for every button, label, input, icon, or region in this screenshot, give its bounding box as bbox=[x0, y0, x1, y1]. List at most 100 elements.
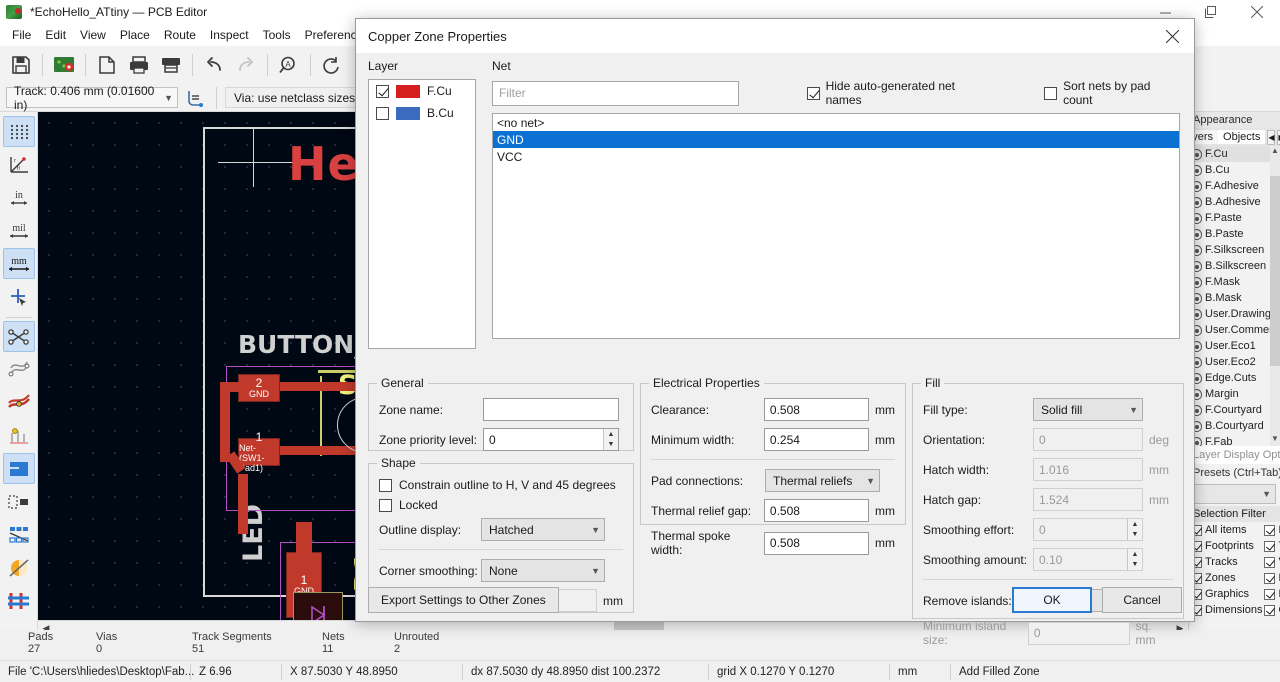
export-settings-button[interactable]: Export Settings to Other Zones bbox=[368, 587, 559, 613]
checkbox[interactable] bbox=[379, 498, 392, 512]
net-row-vcc[interactable]: VCC bbox=[493, 148, 1179, 165]
track-width-icon[interactable] bbox=[182, 86, 208, 110]
undo-icon[interactable] bbox=[199, 50, 229, 80]
fill-type-select[interactable]: Solid fill ▼ bbox=[1033, 398, 1143, 421]
units-mm-button[interactable]: mm bbox=[2, 248, 35, 279]
net-color-icon[interactable] bbox=[3, 585, 35, 616]
filter-rule-areas[interactable]: Rule Areas bbox=[1262, 586, 1280, 602]
layer-row[interactable]: B.Paste bbox=[1189, 226, 1280, 242]
close-icon[interactable] bbox=[1234, 0, 1280, 24]
sort-by-pad-count-checkbox[interactable]: Sort nets by pad count bbox=[1044, 79, 1180, 107]
filter-graphics[interactable]: Graphics bbox=[1189, 586, 1262, 602]
filter-dimensions[interactable]: Dimensions bbox=[1189, 602, 1262, 618]
checkbox[interactable] bbox=[379, 478, 392, 492]
stepper-arrows[interactable]: ▲ ▼ bbox=[603, 429, 618, 450]
layer-selection-list[interactable]: F.Cu B.Cu bbox=[368, 79, 476, 349]
grid-icon[interactable] bbox=[2, 116, 35, 147]
crosshair-icon[interactable] bbox=[3, 281, 35, 312]
layer-list-scrollbar[interactable]: ▲ ▼ bbox=[1270, 146, 1280, 446]
layer-row[interactable]: B.Cu bbox=[1189, 162, 1280, 178]
layer-row[interactable]: User.Eco1 bbox=[1189, 338, 1280, 354]
layer-display-options[interactable]: Layer Display Options bbox=[1189, 446, 1280, 464]
tab-objects[interactable]: Objects bbox=[1218, 130, 1266, 144]
filter-pads[interactable]: Pads bbox=[1262, 570, 1280, 586]
presets-select[interactable]: ▼ bbox=[1193, 484, 1276, 504]
clearance-input[interactable]: 0.508 bbox=[763, 398, 869, 421]
layer-row[interactable]: F.Cu bbox=[1189, 146, 1280, 162]
plot-icon[interactable] bbox=[156, 50, 186, 80]
filter-zones[interactable]: Zones bbox=[1189, 570, 1262, 586]
units-mils-button[interactable]: mil bbox=[3, 215, 35, 246]
checkbox[interactable] bbox=[806, 86, 820, 100]
hide-auto-generated-checkbox[interactable]: Hide auto-generated net names bbox=[806, 79, 991, 107]
scrollbar-thumb[interactable] bbox=[1270, 176, 1280, 366]
menu-view[interactable]: View bbox=[73, 26, 113, 44]
net-list[interactable]: <no net> GND VCC bbox=[492, 113, 1180, 339]
locked-checkbox[interactable]: Locked bbox=[379, 498, 623, 512]
via-sketch-icon[interactable] bbox=[3, 420, 35, 451]
chevron-down-icon[interactable]: ▼ bbox=[604, 440, 618, 451]
contrast-icon[interactable] bbox=[3, 552, 35, 583]
filter-text[interactable]: Text bbox=[1262, 538, 1280, 554]
zone-fill-icon[interactable] bbox=[2, 453, 35, 484]
constrain-outline-checkbox[interactable]: Constrain outline to H, V and 45 degrees bbox=[379, 478, 623, 492]
layer-row[interactable]: B.Adhesive bbox=[1189, 194, 1280, 210]
net-row-no-net[interactable]: <no net> bbox=[493, 114, 1179, 131]
layer-row[interactable]: F.Courtyard bbox=[1189, 402, 1280, 418]
checkbox[interactable] bbox=[1264, 524, 1276, 536]
checkbox[interactable] bbox=[1264, 572, 1276, 584]
save-icon[interactable] bbox=[6, 50, 36, 80]
layer-row[interactable]: B.Silkscreen bbox=[1189, 258, 1280, 274]
filter-other-items[interactable]: Other items bbox=[1262, 602, 1280, 618]
fp-text-icon[interactable] bbox=[3, 519, 35, 550]
refresh-ratsnest-icon[interactable] bbox=[317, 50, 347, 80]
checkbox[interactable] bbox=[1264, 604, 1276, 616]
filter-vias[interactable]: Vias bbox=[1262, 554, 1280, 570]
filter-tracks[interactable]: Tracks bbox=[1189, 554, 1262, 570]
layer-item-fcu[interactable]: F.Cu bbox=[369, 80, 475, 102]
layer-row[interactable]: B.Mask bbox=[1189, 290, 1280, 306]
layer-row[interactable]: User.Comments bbox=[1189, 322, 1280, 338]
checkbox[interactable] bbox=[376, 84, 389, 98]
board-setup-icon[interactable] bbox=[49, 50, 79, 80]
track-width-selector[interactable]: Track: 0.406 mm (0.01600 in) ▼ bbox=[6, 84, 178, 112]
layer-row[interactable]: User.Eco2 bbox=[1189, 354, 1280, 370]
net-filter-input[interactable]: Filter bbox=[492, 80, 739, 106]
menu-inspect[interactable]: Inspect bbox=[203, 26, 256, 44]
pad-connections-select[interactable]: Thermal reliefs ▼ bbox=[765, 469, 880, 492]
chevron-up-icon[interactable]: ▲ bbox=[1270, 146, 1280, 158]
pad-sw1-1[interactable]: 1 Net-(SW1-Pad1) bbox=[238, 431, 280, 473]
menu-tools[interactable]: Tools bbox=[256, 26, 298, 44]
net-row-gnd[interactable]: GND bbox=[493, 131, 1179, 148]
layer-row[interactable]: User.Drawings bbox=[1189, 306, 1280, 322]
page-settings-icon[interactable] bbox=[92, 50, 122, 80]
close-icon[interactable] bbox=[1150, 19, 1194, 53]
zone-name-input[interactable] bbox=[483, 398, 619, 421]
filter-all-items[interactable]: All items bbox=[1189, 522, 1262, 538]
menu-file[interactable]: File bbox=[5, 26, 38, 44]
layer-row[interactable]: F.Silkscreen bbox=[1189, 242, 1280, 258]
track-sketch-icon[interactable] bbox=[3, 387, 35, 418]
zone-priority-stepper[interactable]: 0 ▲ ▼ bbox=[483, 428, 619, 451]
menu-route[interactable]: Route bbox=[157, 26, 203, 44]
checkbox[interactable] bbox=[1264, 588, 1276, 600]
layer-item-bcu[interactable]: B.Cu bbox=[369, 102, 475, 124]
layer-row[interactable]: F.Fab bbox=[1189, 434, 1280, 446]
thermal-spoke-width-input[interactable]: 0.508 bbox=[763, 531, 869, 555]
layer-row[interactable]: F.Mask bbox=[1189, 274, 1280, 290]
layer-row[interactable]: F.Adhesive bbox=[1189, 178, 1280, 194]
chevron-left-icon[interactable]: ◀ bbox=[1267, 129, 1276, 145]
find-icon[interactable]: A bbox=[274, 50, 304, 80]
cancel-button[interactable]: Cancel bbox=[1102, 587, 1182, 613]
filter-locked-items[interactable]: Locked items bbox=[1262, 522, 1280, 538]
print-icon[interactable] bbox=[124, 50, 154, 80]
polar-icon[interactable]: rθ bbox=[3, 149, 35, 180]
ok-button[interactable]: OK bbox=[1012, 587, 1092, 613]
chevron-down-icon[interactable]: ▼ bbox=[1270, 434, 1280, 446]
menu-place[interactable]: Place bbox=[113, 26, 157, 44]
filter-footprints[interactable]: Footprints bbox=[1189, 538, 1262, 554]
pad-sketch-icon[interactable] bbox=[3, 486, 35, 517]
outline-display-select[interactable]: Hatched ▼ bbox=[481, 518, 605, 541]
ratsnest-icon[interactable] bbox=[2, 321, 35, 352]
checkbox[interactable] bbox=[1264, 540, 1276, 552]
